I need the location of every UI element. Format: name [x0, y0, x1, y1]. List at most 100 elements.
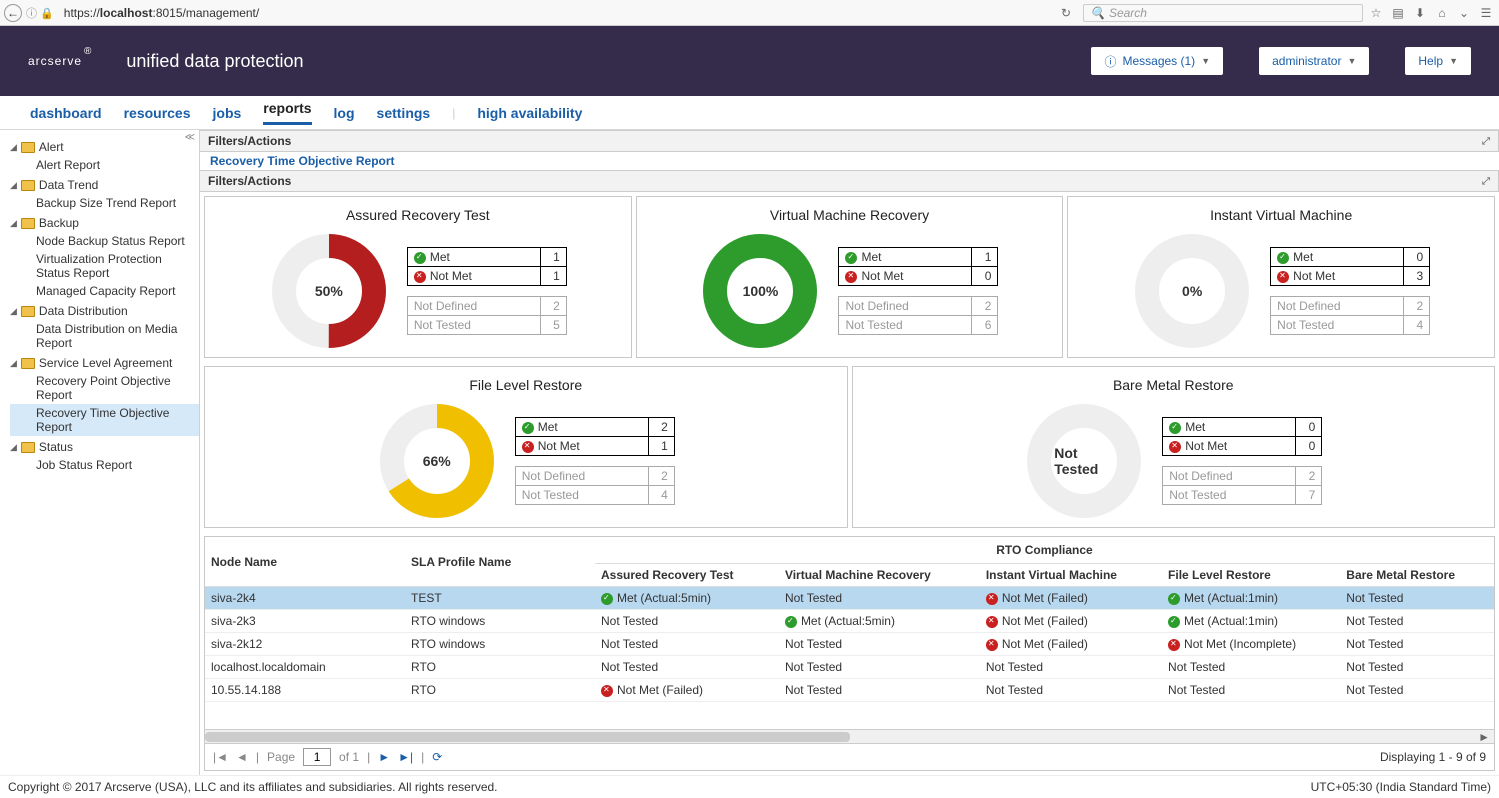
tree-item[interactable]: Data Distribution on Media Report	[10, 320, 199, 352]
tree-group[interactable]: ◢Status	[10, 438, 199, 456]
sla-cell: RTO	[405, 656, 595, 679]
expand-icon[interactable]: ⤢	[1482, 136, 1490, 147]
tree-group[interactable]: ◢Service Level Agreement	[10, 354, 199, 372]
library-icon[interactable]: ▤	[1389, 6, 1407, 20]
pager-page-input[interactable]	[303, 748, 331, 766]
tree-item[interactable]: Node Backup Status Report	[10, 232, 199, 250]
compliance-cell: Not Tested	[1340, 679, 1494, 702]
folder-icon	[21, 358, 35, 369]
messages-button[interactable]: ⓘMessages (1)▼	[1091, 47, 1223, 75]
tree-item[interactable]: Recovery Time Objective Report	[10, 404, 199, 436]
table-row[interactable]: 10.55.14.188 RTONot Met (Failed)Not Test…	[205, 679, 1494, 702]
compliance-cell: Not Tested	[595, 633, 779, 656]
tree-item[interactable]: Recovery Point Objective Report	[10, 372, 199, 404]
check-icon	[1168, 616, 1180, 628]
table-row[interactable]: siva-2k3 RTO windowsNot TestedMet (Actua…	[205, 610, 1494, 633]
check-icon	[785, 616, 797, 628]
sub-column[interactable]: Instant Virtual Machine	[980, 564, 1162, 587]
horizontal-scrollbar[interactable]: ◄ ►	[205, 729, 1494, 743]
chart-title: Instant Virtual Machine	[1210, 203, 1352, 231]
pager-refresh-icon[interactable]: ⟳	[432, 750, 442, 764]
filters-bar-1[interactable]: Filters/Actions⤢	[200, 130, 1499, 152]
downloads-icon[interactable]: ⬇	[1411, 6, 1429, 20]
tree-item[interactable]: Alert Report	[10, 156, 199, 174]
sub-column[interactable]: Assured Recovery Test	[595, 564, 779, 587]
compliance-cell: Not Met (Failed)	[595, 679, 779, 702]
compliance-cell: Not Met (Failed)	[980, 633, 1162, 656]
node-cell: siva-2k4	[205, 587, 405, 610]
pager-display: Displaying 1 - 9 of 9	[1380, 750, 1486, 764]
compliance-cell: Not Tested	[1162, 679, 1340, 702]
compliance-cell: Not Tested	[1340, 587, 1494, 610]
table-row[interactable]: localhost.localdomain RTONot TestedNot T…	[205, 656, 1494, 679]
menu-icon[interactable]: ☰	[1477, 6, 1495, 20]
col-node[interactable]: Node Name	[205, 537, 405, 587]
tree-group[interactable]: ◢Alert	[10, 138, 199, 156]
footer: Copyright © 2017 Arcserve (USA), LLC and…	[0, 775, 1499, 798]
compliance-cell: Not Tested	[980, 656, 1162, 679]
tagline: unified data protection	[126, 51, 303, 72]
nav-high-availability[interactable]: high availability	[477, 105, 582, 121]
x-icon	[1277, 271, 1289, 283]
tree-item[interactable]: Backup Size Trend Report	[10, 194, 199, 212]
table-row[interactable]: siva-2k4 TESTMet (Actual:5min)Not Tested…	[205, 587, 1494, 610]
donut-chart: 66%	[377, 401, 497, 521]
tree-item[interactable]: Managed Capacity Report	[10, 282, 199, 300]
compliance-cell: Not Tested	[779, 633, 980, 656]
compliance-cell: Not Tested	[595, 610, 779, 633]
url-host: localhost	[100, 6, 153, 20]
sub-column[interactable]: Bare Metal Restore	[1340, 564, 1494, 587]
sub-column[interactable]: Virtual Machine Recovery	[779, 564, 980, 587]
tree-group[interactable]: ◢Data Distribution	[10, 302, 199, 320]
collapse-sidebar-icon[interactable]: ≪	[185, 132, 195, 143]
pager-next-icon[interactable]: ►	[378, 750, 390, 764]
browser-search[interactable]: 🔍 Search	[1083, 4, 1363, 22]
url-bar[interactable]: https://localhost:8015/management/	[58, 4, 265, 22]
pager-last-icon[interactable]: ►|	[398, 750, 413, 764]
expand-icon[interactable]: ⤢	[1482, 176, 1490, 187]
chart-title: Bare Metal Restore	[1113, 373, 1234, 401]
table-row[interactable]: siva-2k12 RTO windowsNot TestedNot Teste…	[205, 633, 1494, 656]
sidebar: ≪ ◢AlertAlert Report ◢Data TrendBackup Si…	[0, 130, 200, 775]
compliance-cell: Met (Actual:1min)	[1162, 610, 1340, 633]
check-icon	[601, 593, 613, 605]
bookmark-star-icon[interactable]: ☆	[1367, 6, 1385, 20]
home-icon[interactable]: ⌂	[1433, 6, 1451, 20]
tree-group[interactable]: ◢Data Trend	[10, 176, 199, 194]
x-icon	[986, 616, 998, 628]
tree-item[interactable]: Virtualization Protection Status Report	[10, 250, 199, 282]
back-button[interactable]: ←	[4, 4, 22, 22]
chart-legend: Met1 Not Met1 Not Defined2 Not Tested5	[407, 247, 567, 335]
node-cell: siva-2k12	[205, 633, 405, 656]
tree-group[interactable]: ◢Backup	[10, 214, 199, 232]
pocket-icon[interactable]: ⌄	[1455, 6, 1473, 20]
help-button[interactable]: Help▼	[1405, 47, 1471, 75]
col-sla[interactable]: SLA Profile Name	[405, 537, 595, 587]
app-header: arcserve® unified data protection ⓘMessa…	[0, 26, 1499, 96]
check-icon	[1169, 422, 1181, 434]
x-icon	[414, 271, 426, 283]
nav-settings[interactable]: settings	[377, 105, 431, 121]
pager-prev-icon[interactable]: ◄	[236, 750, 248, 764]
filters-bar-2[interactable]: Filters/Actions⤢	[200, 170, 1499, 192]
nav-reports[interactable]: reports	[263, 100, 311, 125]
node-cell: localhost.localdomain	[205, 656, 405, 679]
sub-column[interactable]: File Level Restore	[1162, 564, 1340, 587]
nav-resources[interactable]: resources	[124, 105, 191, 121]
check-icon	[845, 252, 857, 264]
user-menu[interactable]: administrator▼	[1259, 47, 1369, 75]
check-icon	[414, 252, 426, 264]
nav-dashboard[interactable]: dashboard	[30, 105, 102, 121]
x-icon	[1168, 639, 1180, 651]
pager-first-icon[interactable]: |◄	[213, 750, 228, 764]
chart-card: Bare Metal Restore Not Tested Met0 Not M…	[852, 366, 1496, 528]
identity-icon[interactable]: ⓘ 🔒	[26, 5, 54, 21]
chart-card: Instant Virtual Machine 0% Met0 Not Met3…	[1067, 196, 1495, 358]
donut-chart: 50%	[269, 231, 389, 351]
col-rto[interactable]: RTO Compliance	[595, 537, 1494, 564]
tree-item[interactable]: Job Status Report	[10, 456, 199, 474]
nav-log[interactable]: log	[334, 105, 355, 121]
reload-button[interactable]: ↻	[1053, 6, 1079, 20]
nav-jobs[interactable]: jobs	[213, 105, 242, 121]
x-icon	[601, 685, 613, 697]
